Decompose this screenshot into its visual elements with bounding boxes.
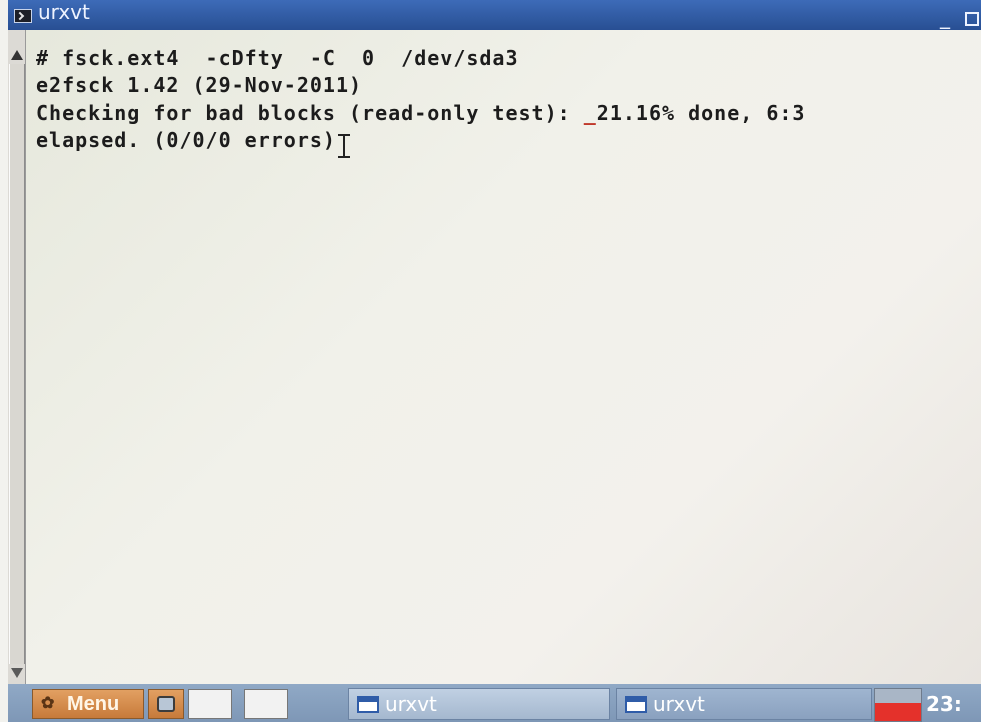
terminal-line-progress: Checking for bad blocks (read-only test)…	[36, 101, 805, 125]
terminal-window: urxvt _ # fsck.ext4 -cDfty -C 0 /dev/sda…	[8, 0, 981, 684]
cursor-mark: _	[583, 101, 597, 125]
ibeam-cursor-icon	[338, 134, 350, 158]
minimize-button[interactable]: _	[937, 7, 953, 27]
menu-logo-icon: ✿	[41, 695, 55, 712]
desktop-pager-2[interactable]	[244, 689, 288, 719]
terminal-icon[interactable]	[14, 9, 32, 23]
maximize-button[interactable]	[965, 12, 979, 26]
cpu-meter[interactable]	[874, 688, 922, 722]
progress-text: 21.16% done, 6:3	[596, 101, 806, 125]
window-icon	[625, 696, 647, 713]
terminal-line: e2fsck 1.42 (29-Nov-2011)	[36, 73, 363, 97]
scrollbar[interactable]	[8, 30, 26, 684]
terminal-content[interactable]: # fsck.ext4 -cDfty -C 0 /dev/sda3 e2fsck…	[26, 30, 981, 684]
title-bar[interactable]: urxvt _	[8, 0, 981, 30]
taskbar-item-label: urxvt	[653, 692, 705, 716]
terminal-line: # fsck.ext4 -cDfty -C 0 /dev/sda3	[36, 46, 519, 70]
scroll-down-arrow-icon[interactable]	[11, 668, 23, 678]
window-icon	[357, 696, 379, 713]
launcher-button[interactable]	[148, 689, 184, 719]
clock[interactable]: 23:	[926, 690, 962, 718]
window-title: urxvt	[38, 0, 90, 24]
file-manager-icon	[157, 696, 175, 712]
screen: urxvt _ # fsck.ext4 -cDfty -C 0 /dev/sda…	[0, 0, 981, 722]
taskbar-item-label: urxvt	[385, 692, 437, 716]
scrollbar-thumb[interactable]	[9, 64, 25, 664]
terminal-line-text: Checking for bad blocks (read-only test)…	[36, 101, 584, 125]
terminal-line: elapsed. (0/0/0 errors)	[36, 128, 336, 152]
menu-label: Menu	[67, 693, 120, 715]
menu-button[interactable]: ✿ Menu	[32, 689, 144, 719]
system-tray: 23:	[874, 686, 981, 722]
taskbar-item-urxvt[interactable]: urxvt	[616, 688, 872, 720]
taskbar-item-urxvt[interactable]: urxvt	[348, 688, 610, 720]
cpu-meter-fill	[875, 703, 921, 721]
desktop-pager-1[interactable]	[188, 689, 232, 719]
taskbar: ✿ Menu urxvt urxvt 23:	[8, 684, 981, 722]
scroll-up-arrow-icon[interactable]	[11, 50, 23, 60]
